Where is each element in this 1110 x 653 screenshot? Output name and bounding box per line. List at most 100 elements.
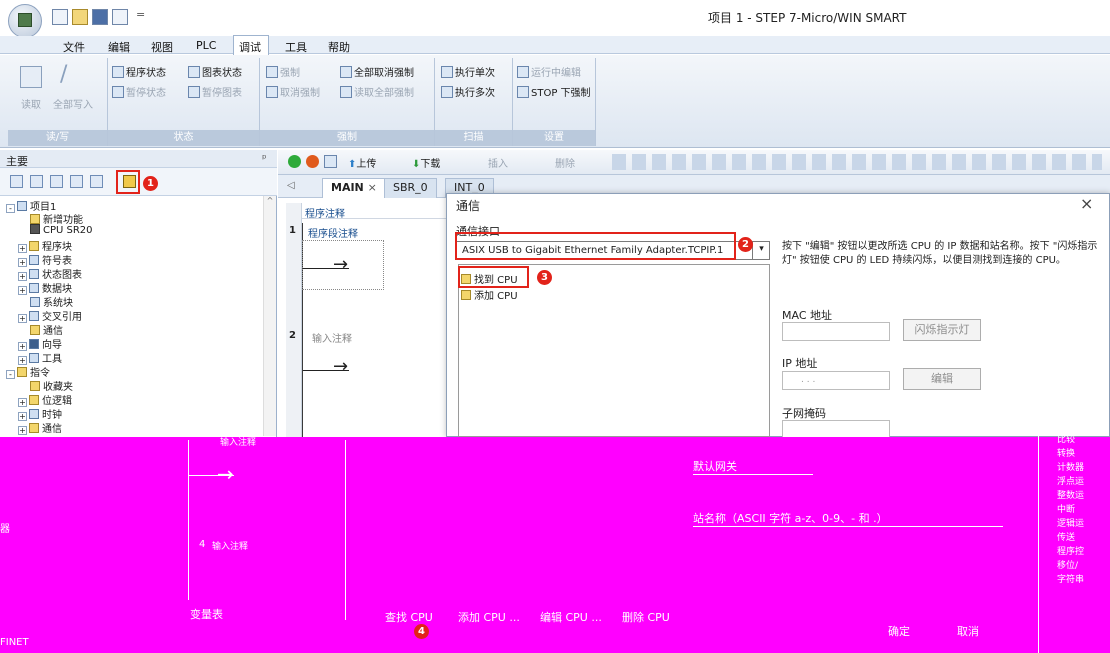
tree-tool-1-icon[interactable] — [10, 175, 23, 188]
read-all-forced-button[interactable]: 读取全部强制 — [340, 84, 414, 99]
upload-button[interactable]: ⬆上传 — [348, 155, 376, 170]
read-button[interactable]: 读取 — [21, 96, 41, 111]
single-scan-button[interactable]: 执行单次 — [441, 64, 495, 79]
print-icon[interactable] — [112, 9, 128, 25]
tree-item-favorites[interactable]: 收藏夹 — [30, 378, 73, 393]
tree-item-system-block[interactable]: 系统块 — [30, 294, 73, 309]
instruction-item[interactable]: 计数器 — [1057, 461, 1084, 475]
tree-item-program-block[interactable]: + 程序块 — [18, 238, 72, 253]
chevron-down-icon[interactable]: ▾ — [752, 241, 770, 260]
expand-icon[interactable]: + — [18, 426, 27, 435]
ok-button[interactable]: 确定 — [888, 623, 910, 639]
dialog-title: 通信 — [456, 199, 481, 213]
quick-access-menu-icon[interactable]: = — [136, 8, 145, 21]
network-comment-2[interactable]: 输入注释 — [312, 330, 352, 345]
collapse-icon[interactable]: - — [6, 370, 15, 379]
tree-item-wizards[interactable]: + 向导 — [18, 336, 62, 351]
scroll-up-icon[interactable]: ^ — [264, 196, 276, 205]
instruction-item[interactable]: 逻辑运 — [1057, 517, 1084, 531]
download-button[interactable]: ⬇下载 — [412, 155, 440, 170]
instruction-item[interactable]: 转换 — [1057, 447, 1084, 461]
program-status-icon — [112, 66, 124, 78]
pin-icon[interactable]: ᵖ — [262, 152, 267, 165]
tree-item-symbol-table[interactable]: + 符号表 — [18, 252, 72, 267]
stop-icon[interactable] — [306, 155, 319, 168]
tree-label: CPU SR20 — [43, 225, 93, 236]
unforce-all-button[interactable]: 全部取消强制 — [340, 64, 414, 79]
tab-sbr0[interactable]: SBR_0 — [384, 178, 437, 198]
instruction-item[interactable]: 中断 — [1057, 503, 1084, 517]
tree-tool-2-icon[interactable] — [30, 175, 43, 188]
ip-field: . . . — [782, 371, 890, 390]
editor-tool-icons[interactable] — [612, 154, 1102, 170]
delete-button[interactable]: 删除 — [555, 155, 575, 170]
unforce-button[interactable]: 取消强制 — [266, 84, 320, 99]
edit-cpu-button[interactable]: 编辑 CPU ... — [540, 609, 602, 625]
program-status-button[interactable]: 程序状态 — [112, 64, 166, 79]
tree-item-tools[interactable]: + 工具 — [18, 350, 62, 365]
tree-item-clock[interactable]: + 时钟 — [18, 406, 62, 421]
menu-help[interactable]: 帮助 — [328, 39, 350, 55]
delete-cpu-button[interactable]: 删除 CPU — [622, 609, 670, 625]
instruction-item[interactable]: 字符串 — [1057, 573, 1084, 587]
insert-button[interactable]: 插入 — [488, 155, 508, 170]
pause-status-button[interactable]: 暂停状态 — [112, 84, 166, 99]
runtime-edit-button[interactable]: 运行中编辑 — [517, 64, 581, 79]
tree-item-bit-logic[interactable]: + 位逻辑 — [18, 392, 72, 407]
instruction-item[interactable]: 整数运 — [1057, 489, 1084, 503]
stop-force-button[interactable]: STOP 下强制 — [517, 84, 591, 99]
menu-edit[interactable]: 编辑 — [108, 39, 130, 55]
tab-scroll-left-icon[interactable]: ◁ — [287, 180, 295, 191]
menu-file[interactable]: 文件 — [63, 39, 85, 55]
pause-chart-button[interactable]: 暂停图表 — [188, 84, 242, 99]
instruction-item[interactable]: 浮点运 — [1057, 475, 1084, 489]
open-folder-icon[interactable] — [72, 9, 88, 25]
blink-led-button[interactable]: 闪烁指示灯 — [903, 319, 981, 341]
close-icon[interactable]: × — [1080, 194, 1093, 213]
tree-tool-3-icon[interactable] — [50, 175, 63, 188]
write-all-button[interactable]: 全部写入 — [53, 96, 93, 111]
cancel-button[interactable]: 取消 — [957, 623, 979, 639]
pane-title: 主要 — [6, 155, 28, 168]
cpu-list-item-add[interactable]: 添加 CPU — [461, 287, 518, 302]
multiple-scan-button[interactable]: 执行多次 — [441, 84, 495, 99]
expand-icon[interactable]: + — [18, 314, 27, 323]
run-icon[interactable] — [288, 155, 301, 168]
tree-item-status-chart[interactable]: + 状态图表 — [18, 266, 82, 281]
ladder-editor[interactable] — [278, 198, 453, 437]
tree-scrollbar[interactable]: ^ — [263, 196, 276, 436]
menu-debug[interactable]: 调试 — [239, 39, 261, 55]
expand-icon[interactable]: + — [18, 286, 27, 295]
tab-close-icon[interactable]: × — [368, 181, 377, 194]
pause-status-icon — [112, 86, 124, 98]
save-icon[interactable] — [92, 9, 108, 25]
instruction-list: 比较 转换 计数器 浮点运 整数运 中断 逻辑运 传送 程序控 移位/ 字符串 — [1057, 433, 1084, 587]
force-button[interactable]: 强制 — [266, 64, 300, 79]
menu-tools[interactable]: 工具 — [285, 39, 307, 55]
menu-plc[interactable]: PLC — [196, 39, 216, 52]
new-project-icon[interactable] — [52, 9, 68, 25]
tree-tool-4-icon[interactable] — [70, 175, 83, 188]
collapse-icon[interactable]: - — [6, 204, 15, 213]
instruction-item[interactable]: 传送 — [1057, 531, 1084, 545]
tree-tool-5-icon[interactable] — [90, 175, 103, 188]
tree-item-cross-reference[interactable]: + 交叉引用 — [18, 308, 82, 323]
tree-item-cpu[interactable]: CPU SR20 — [30, 224, 93, 236]
chart-status-button[interactable]: 图表状态 — [188, 64, 242, 79]
tree-item-communication[interactable]: 通信 — [30, 322, 63, 337]
instruction-item[interactable]: 程序控 — [1057, 545, 1084, 559]
edit-ip-button[interactable]: 编辑 — [903, 368, 981, 390]
application-button[interactable] — [8, 4, 42, 38]
network-comment-1[interactable]: 程序段注释 — [308, 225, 358, 240]
add-cpu-button[interactable]: 添加 CPU ... — [458, 609, 520, 625]
tab-main[interactable]: MAIN × — [322, 178, 386, 198]
find-cpu-button[interactable]: 查找 CPU — [385, 609, 433, 625]
tree-item-instructions[interactable]: - 指令 — [6, 364, 50, 379]
menu-view[interactable]: 视图 — [151, 39, 173, 55]
instruction-item[interactable]: 比较 — [1057, 433, 1084, 447]
tree-item-data-block[interactable]: + 数据块 — [18, 280, 72, 295]
instruction-item[interactable]: 移位/ — [1057, 559, 1084, 573]
variable-table-tab[interactable]: 变量表 — [190, 606, 223, 622]
tree-item-comm-instr[interactable]: + 通信 — [18, 420, 62, 435]
compile-icon[interactable] — [324, 155, 337, 168]
